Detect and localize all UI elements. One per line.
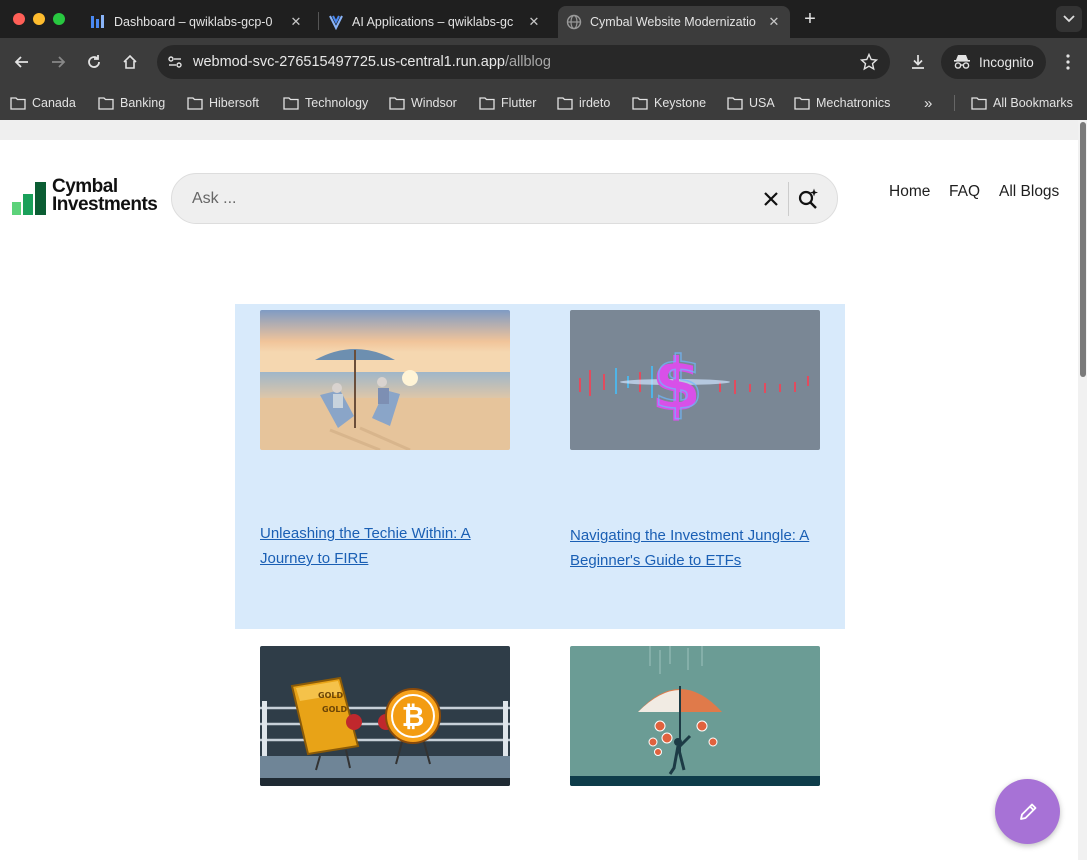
bookmark-label: Keystone (654, 96, 707, 110)
tab-title: Cymbal Website Modernizatio (590, 15, 756, 29)
tab-ai-applications[interactable]: AI Applications – qwiklabs-gc ✕ (320, 6, 550, 38)
globe-favicon-icon (566, 14, 582, 30)
svg-text:₿: ₿ (402, 700, 425, 733)
bookmark-folder-banking[interactable]: Banking (98, 92, 165, 114)
bookmark-folder-usa[interactable]: USA (727, 92, 775, 114)
maximize-window-button[interactable] (53, 13, 65, 25)
scrollbar-thumb[interactable] (1080, 122, 1086, 377)
folder-icon (479, 97, 495, 110)
pencil-icon (1019, 803, 1036, 820)
blog-link-etfs[interactable]: Navigating the Investment Jungle: A Begi… (570, 523, 820, 573)
bookmark-folder-flutter[interactable]: Flutter (479, 92, 536, 114)
svg-text:GOLD: GOLD (322, 705, 347, 714)
all-bookmarks-folder[interactable]: All Bookmarks (971, 92, 1073, 114)
bookmark-folder-irdeto[interactable]: irdeto (557, 92, 610, 114)
back-arrow-icon[interactable] (10, 50, 34, 74)
folder-icon (727, 97, 743, 110)
search-divider (788, 182, 789, 216)
nav-faq-link[interactable]: FAQ (949, 183, 980, 201)
blog-image-dollar-sign-chart[interactable]: $ $ (570, 310, 820, 450)
folder-icon (187, 97, 203, 110)
nav-home-link[interactable]: Home (889, 183, 930, 201)
bookmark-label: All Bookmarks (993, 96, 1073, 110)
bookmark-folder-mechatronics[interactable]: Mechatronics (794, 92, 890, 114)
folder-icon (283, 97, 299, 110)
logo-line2: Investments (52, 194, 158, 215)
bookmark-folder-windsor[interactable]: Windsor (389, 92, 457, 114)
close-tab-icon[interactable]: ✕ (288, 14, 304, 30)
incognito-profile-button[interactable]: Incognito (941, 45, 1046, 79)
tab-separator (318, 12, 319, 30)
tab-dashboard[interactable]: Dashboard – qwiklabs-gcp-0 ✕ (82, 6, 312, 38)
cymbal-logo-mark-icon (12, 182, 46, 215)
bookmark-label: Canada (32, 96, 76, 110)
ask-search-input[interactable] (192, 186, 752, 212)
folder-icon (10, 97, 26, 110)
bookmark-label: Hibersoft (209, 96, 260, 110)
bookmark-star-icon[interactable] (860, 53, 878, 71)
folder-icon (98, 97, 114, 110)
bookmark-label: USA (749, 96, 775, 110)
bookmarks-bar: Canada Banking Hibersoft Technology Wind… (0, 86, 1087, 120)
svg-text:$: $ (653, 341, 703, 425)
edit-fab-button[interactable] (995, 779, 1060, 844)
bookmark-label: irdeto (579, 96, 611, 110)
site-settings-icon[interactable] (165, 52, 185, 72)
tab-cymbal-website[interactable]: Cymbal Website Modernizatio ✕ (558, 6, 790, 38)
bookmark-label: Mechatronics (816, 96, 891, 110)
bookmark-folder-keystone[interactable]: Keystone (632, 92, 706, 114)
ask-search-bar (171, 173, 838, 224)
nav-all-blogs-link[interactable]: All Blogs (999, 183, 1059, 201)
minimize-window-button[interactable] (33, 13, 45, 25)
bookmark-folder-canada[interactable]: Canada (10, 92, 76, 114)
profile-label: Incognito (979, 54, 1034, 70)
download-icon[interactable] (906, 50, 930, 74)
new-tab-plus-icon[interactable]: + (800, 9, 820, 29)
tab-title: Dashboard – qwiklabs-gcp-0 (114, 15, 273, 29)
bookmark-folder-technology[interactable]: Technology (283, 92, 368, 114)
folder-icon (971, 97, 987, 110)
browser-toolbar: webmod-svc-276515497725.us-central1.run.… (0, 38, 1087, 86)
address-bar[interactable]: webmod-svc-276515497725.us-central1.run.… (157, 45, 890, 79)
url-text: webmod-svc-276515497725.us-central1.run.… (193, 54, 551, 70)
bookmarks-overflow-chevron-icon[interactable]: » (924, 92, 932, 114)
forward-arrow-icon[interactable] (46, 50, 70, 74)
url-path: /allblog (504, 54, 551, 70)
incognito-icon (954, 55, 970, 69)
web-page: Cymbal Investments Home FAQ All Blogs (0, 120, 1087, 860)
folder-icon (632, 97, 648, 110)
tab-search-chevron-icon[interactable] (1056, 6, 1082, 32)
reload-icon[interactable] (82, 50, 106, 74)
page-scrollbar[interactable] (1078, 120, 1087, 860)
home-icon[interactable] (118, 50, 142, 74)
close-tab-icon[interactable]: ✕ (766, 14, 782, 30)
more-menu-icon[interactable] (1056, 50, 1080, 74)
close-tab-icon[interactable]: ✕ (526, 14, 542, 30)
close-window-button[interactable] (13, 13, 25, 25)
dashboard-favicon-icon (91, 15, 104, 28)
blog-link-fire[interactable]: Unleashing the Techie Within: A Journey … (260, 521, 510, 571)
bookmark-folder-hibersoft[interactable]: Hibersoft (187, 92, 259, 114)
ai-search-sparkle-icon[interactable] (796, 187, 820, 211)
blog-image-umbrella-coins[interactable] (570, 646, 820, 786)
folder-icon (389, 97, 405, 110)
url-host: webmod-svc-276515497725.us-central1.run.… (193, 54, 505, 70)
folder-icon (557, 97, 573, 110)
bookmark-label: Technology (305, 96, 369, 110)
bookmark-label: Flutter (501, 96, 537, 110)
clear-icon[interactable] (760, 188, 782, 210)
folder-icon (794, 97, 810, 110)
blog-image-gold-vs-bitcoin[interactable]: GOLD GOLD ₿ (260, 646, 510, 786)
blog-image-beach-retirement[interactable] (260, 310, 510, 450)
logo-text: Cymbal Investments (52, 177, 158, 215)
ai-applications-favicon-icon (329, 15, 343, 30)
svg-text:GOLD: GOLD (318, 691, 343, 700)
bookmark-label: Banking (120, 96, 166, 110)
bookmark-label: Windsor (411, 96, 457, 110)
cymbal-logo[interactable]: Cymbal Investments (12, 177, 164, 218)
bookmarks-separator (954, 95, 955, 111)
browser-titlebar: Dashboard – qwiklabs-gcp-0 ✕ AI Applicat… (0, 0, 1087, 38)
tab-title: AI Applications – qwiklabs-gc (352, 15, 514, 29)
page-top-band (0, 120, 1078, 140)
